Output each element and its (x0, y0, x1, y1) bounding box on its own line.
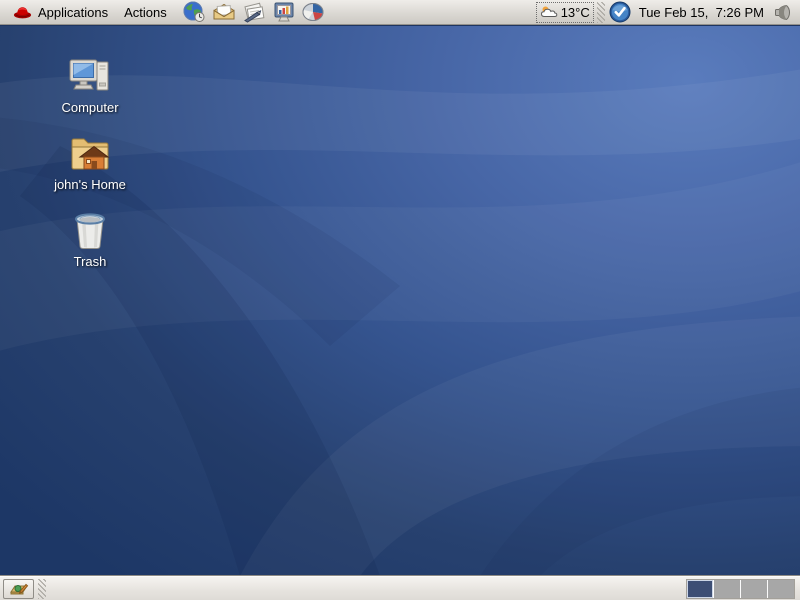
presentation-launcher[interactable] (271, 1, 297, 24)
weather-applet[interactable]: 13°C (536, 2, 594, 23)
word-processor-icon (241, 2, 266, 23)
web-browser-launcher[interactable] (181, 1, 207, 24)
panel-launchers (181, 1, 327, 24)
update-notifier[interactable] (608, 1, 632, 24)
top-panel: Applications Actions (0, 0, 800, 25)
workspace-3[interactable] (741, 580, 767, 598)
workspace-2[interactable] (714, 580, 740, 598)
web-browser-icon (182, 1, 206, 23)
workspace-switcher (686, 579, 795, 599)
workspace-4[interactable] (768, 580, 794, 598)
applications-menu[interactable]: Applications (5, 1, 116, 24)
email-launcher[interactable] (211, 1, 237, 24)
desktop-icon-column: Computer john's Home (50, 57, 130, 269)
actions-menu-label: Actions (124, 5, 167, 20)
word-processor-launcher[interactable] (241, 1, 267, 24)
weather-cloud-icon (540, 5, 559, 19)
redhat-logo-icon (13, 5, 32, 19)
clock-applet[interactable]: Tue Feb 15, 7:26 PM (632, 1, 771, 24)
desktop-icon-label: Trash (74, 254, 107, 269)
applications-menu-label: Applications (38, 5, 108, 20)
desktop-background[interactable]: Computer john's Home (0, 26, 800, 576)
volume-applet[interactable] (771, 1, 793, 24)
trash-can-icon (68, 211, 112, 251)
desktop-icon-label: john's Home (54, 177, 126, 192)
actions-menu[interactable]: Actions (116, 1, 175, 24)
desktop-icon-home[interactable]: john's Home (50, 134, 130, 192)
email-icon (212, 2, 236, 22)
taskbar-drag-handle[interactable] (38, 579, 46, 599)
workspace-1[interactable] (687, 580, 713, 598)
presentation-icon (272, 1, 296, 23)
desktop-icon-trash[interactable]: Trash (50, 211, 130, 269)
spreadsheet-launcher[interactable] (301, 1, 327, 24)
desktop-icon-computer[interactable]: Computer (50, 57, 130, 115)
weather-temperature: 13°C (561, 5, 590, 20)
show-desktop-button[interactable] (3, 579, 34, 599)
show-desktop-icon (9, 581, 29, 597)
update-check-icon (609, 1, 631, 23)
computer-icon (68, 57, 112, 97)
volume-speaker-icon (774, 4, 791, 21)
home-folder-icon (67, 134, 113, 174)
applet-drag-handle[interactable] (597, 2, 605, 23)
clock-text: Tue Feb 15, 7:26 PM (639, 5, 764, 20)
desktop-screen: Applications Actions (0, 0, 800, 600)
bottom-panel (0, 576, 800, 600)
desktop-icon-label: Computer (61, 100, 118, 115)
spreadsheet-icon (301, 1, 326, 23)
